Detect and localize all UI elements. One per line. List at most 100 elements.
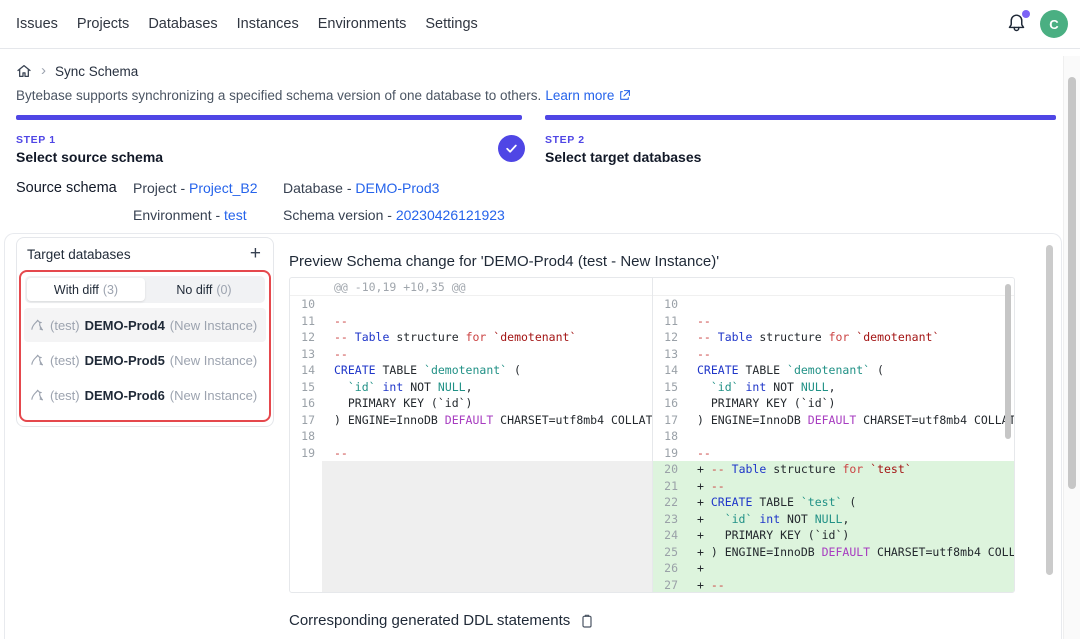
- diff-line: 20+ -- Table structure for `test`: [653, 461, 1014, 478]
- tab-count: (0): [216, 283, 231, 297]
- step2-progress-bar: [545, 115, 1056, 120]
- target-databases-card: Target databases + With diff (3) No diff(0…: [16, 237, 274, 427]
- step1-title: Select source schema: [16, 149, 163, 165]
- diff-tabs: With diff (3) No diff(0): [25, 276, 265, 303]
- diff-line: 21+ --: [653, 478, 1014, 495]
- nav-item-issues[interactable]: Issues: [16, 16, 58, 32]
- diff-line: 17) ENGINE=InnoDB DEFAULT CHARSET=utf8mb…: [653, 412, 1014, 429]
- diff-scrollbar[interactable]: [1005, 284, 1011, 439]
- tab-with-diff[interactable]: With diff (3): [27, 278, 145, 301]
- panel-scrollbar[interactable]: [1046, 245, 1053, 575]
- diff-pane-original: @@ -10,19 +10,35 @@1011--12-- Table stru…: [290, 278, 652, 592]
- nav-item-environments[interactable]: Environments: [318, 16, 407, 32]
- diff-line: 13--: [290, 346, 652, 363]
- target-databases-highlight: With diff (3) No diff(0) (test)DEMO-Prod4(…: [19, 270, 271, 422]
- mysql-icon: [30, 318, 45, 333]
- diff-line: 27+ --: [653, 577, 1014, 593]
- source-environment-field: Environment - test: [133, 207, 247, 223]
- copy-icon[interactable]: [579, 613, 595, 629]
- source-database-field: Database - DEMO-Prod3: [283, 180, 439, 196]
- environment-link[interactable]: test: [224, 207, 247, 223]
- diff-line: [290, 544, 652, 561]
- avatar[interactable]: C: [1040, 10, 1068, 38]
- diff-line: 13--: [653, 346, 1014, 363]
- tab-count: (3): [103, 283, 118, 297]
- diff-line: 25+ ) ENGINE=InnoDB DEFAULT CHARSET=utf8…: [653, 544, 1014, 561]
- page-scrollbar[interactable]: [1068, 77, 1076, 489]
- diff-line: 22+ CREATE TABLE `test` (: [653, 494, 1014, 511]
- schema-diff-editor: @@ -10,19 +10,35 @@1011--12-- Table stru…: [289, 277, 1015, 593]
- target-databases-title: Target databases: [27, 247, 131, 262]
- mysql-icon: [30, 353, 45, 368]
- diff-line: [290, 560, 652, 577]
- step2-label: STEP 2: [545, 134, 701, 146]
- nav-item-instances[interactable]: Instances: [237, 16, 299, 32]
- nav-item-projects[interactable]: Projects: [77, 16, 129, 32]
- step2-title: Select target databases: [545, 149, 701, 165]
- diff-line: [290, 527, 652, 544]
- learn-more-link[interactable]: Learn more: [545, 88, 614, 103]
- external-link-icon[interactable]: [618, 89, 631, 102]
- step1-progress-bar: [16, 115, 522, 120]
- step-2[interactable]: STEP 2 Select target databases: [545, 134, 701, 165]
- diff-hunk-header: [653, 278, 1014, 296]
- db-environment: (test): [50, 388, 80, 403]
- diff-line: [290, 577, 652, 593]
- diff-line: 14CREATE TABLE `demotenant` (: [290, 362, 652, 379]
- field-name: Project -: [133, 180, 189, 196]
- step1-label: STEP 1: [16, 134, 163, 146]
- field-name: Environment -: [133, 207, 224, 223]
- diff-line: 11--: [653, 313, 1014, 330]
- step-1[interactable]: STEP 1 Select source schema: [16, 134, 163, 165]
- notifications-button[interactable]: [1006, 13, 1028, 35]
- tab-no-diff[interactable]: No diff(0): [145, 278, 263, 301]
- diff-line: 10: [290, 296, 652, 313]
- diff-line: [290, 461, 652, 478]
- diff-line: [290, 478, 652, 495]
- diff-line: 18: [653, 428, 1014, 445]
- diff-line: 19--: [290, 445, 652, 462]
- db-name: DEMO-Prod5: [85, 353, 165, 368]
- field-name: Database -: [283, 180, 355, 196]
- home-icon[interactable]: [16, 63, 32, 79]
- breadcrumb-chevron-icon: ›: [41, 64, 46, 78]
- schema-version-link[interactable]: 20230426121923: [396, 207, 505, 223]
- diff-line: 17) ENGINE=InnoDB DEFAULT CHARSET=utf8mb…: [290, 412, 652, 429]
- notification-dot: [1022, 10, 1030, 18]
- primary-nav: Issues Projects Databases Instances Environm…: [0, 16, 478, 32]
- project-link[interactable]: Project_B2: [189, 180, 257, 196]
- target-db-row[interactable]: (test) DEMO-Prod5 (New Instance): [24, 343, 266, 377]
- target-db-row[interactable]: (test) DEMO-Prod6 (New Instance): [24, 378, 266, 412]
- diff-pane-modified: 1011--12-- Table structure for `demotena…: [652, 278, 1014, 592]
- diff-line: 15 `id` int NOT NULL,: [290, 379, 652, 396]
- diff-line: 18: [290, 428, 652, 445]
- diff-line: 16 PRIMARY KEY (`id`): [290, 395, 652, 412]
- ddl-section-header: Corresponding generated DDL statements: [289, 612, 595, 629]
- diff-line: 14CREATE TABLE `demotenant` (: [653, 362, 1014, 379]
- diff-line: [290, 494, 652, 511]
- diff-line: 26+: [653, 560, 1014, 577]
- diff-line: 10: [653, 296, 1014, 313]
- db-instance-note: (New Instance): [170, 388, 257, 403]
- db-environment: (test): [50, 353, 80, 368]
- nav-item-settings[interactable]: Settings: [425, 16, 477, 32]
- diff-line: 16 PRIMARY KEY (`id`): [653, 395, 1014, 412]
- db-environment: (test): [50, 318, 80, 333]
- target-db-row[interactable]: (test)DEMO-Prod4(New Instance): [24, 308, 266, 342]
- database-link[interactable]: DEMO-Prod3: [355, 180, 439, 196]
- db-instance-note: (New Instance): [170, 353, 257, 368]
- diff-line: 19--: [653, 445, 1014, 462]
- diff-hunk-header: @@ -10,19 +10,35 @@: [290, 278, 652, 296]
- breadcrumb-page[interactable]: Sync Schema: [55, 64, 138, 79]
- add-target-database-button[interactable]: +: [248, 246, 263, 262]
- db-name: DEMO-Prod6: [85, 388, 165, 403]
- step1-complete-icon: [498, 135, 525, 162]
- source-schema-label: Source schema: [16, 180, 117, 196]
- tab-label: With diff: [54, 283, 99, 297]
- top-navbar: Issues Projects Databases Instances Environm…: [0, 0, 1080, 49]
- intro-text: Bytebase supports synchronizing a specif…: [16, 88, 541, 103]
- nav-item-databases[interactable]: Databases: [148, 16, 217, 32]
- sync-schema-page: Issues Projects Databases Instances Environm…: [0, 0, 1080, 639]
- diff-line: 12-- Table structure for `demotenant`: [653, 329, 1014, 346]
- source-project-field: Project - Project_B2: [133, 180, 258, 196]
